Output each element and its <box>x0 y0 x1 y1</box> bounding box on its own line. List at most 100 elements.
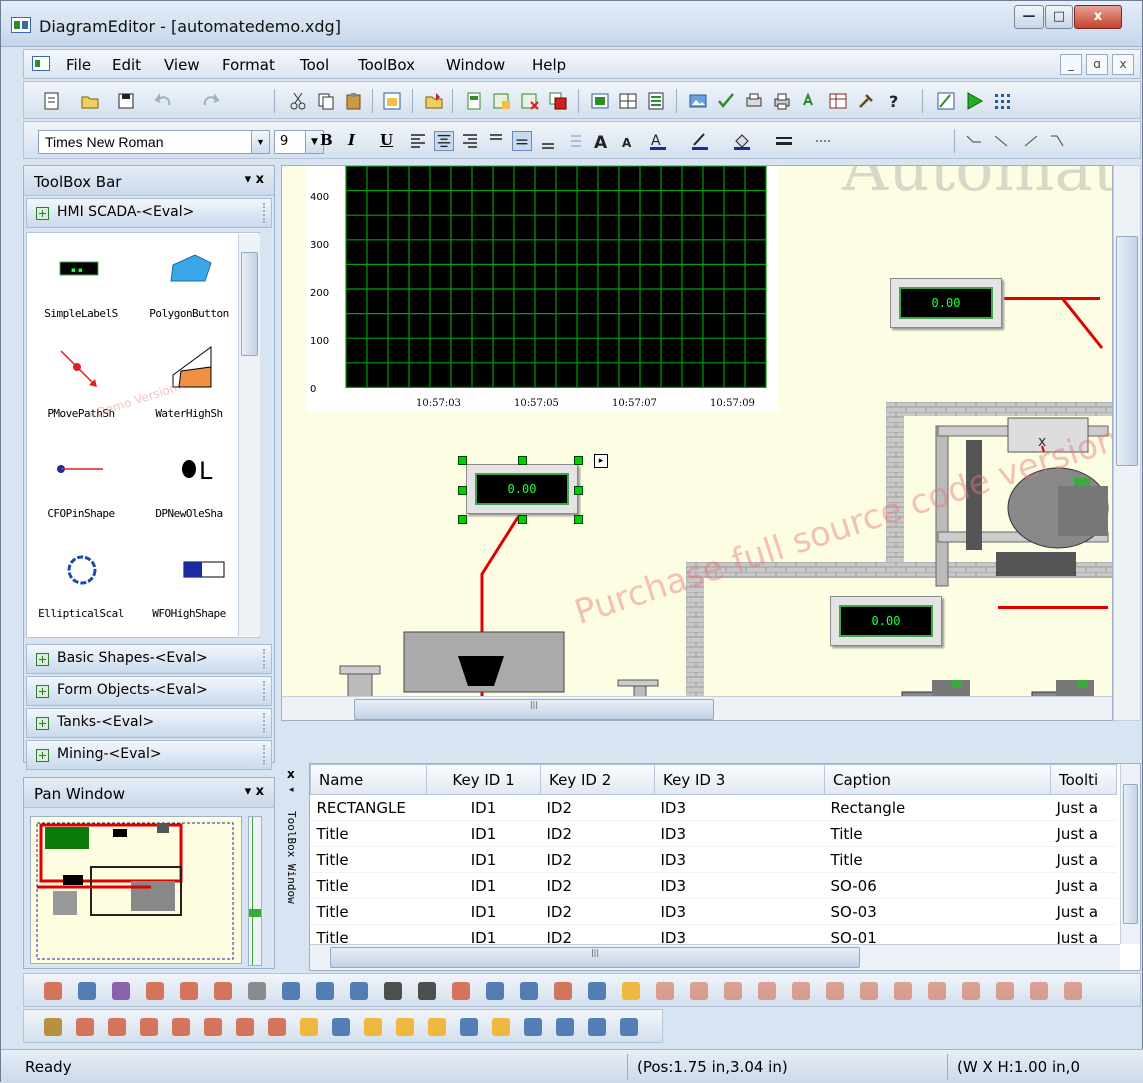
layout-tool-icon[interactable] <box>452 982 470 1000</box>
layout-tool-icon[interactable] <box>146 982 164 1000</box>
valign-middle-icon[interactable] <box>512 131 532 151</box>
table-cell[interactable]: ID3 <box>654 820 825 847</box>
design-mode-icon[interactable] <box>936 91 956 111</box>
table-cell[interactable]: ID1 <box>426 846 541 873</box>
arrange-tool-icon[interactable] <box>140 1018 158 1036</box>
redo-icon[interactable] <box>200 91 220 111</box>
cut-icon[interactable] <box>288 91 308 111</box>
layout-tool-icon[interactable] <box>486 982 504 1000</box>
connector-icon[interactable] <box>992 131 1012 151</box>
column-header[interactable]: Toolti <box>1050 764 1117 795</box>
table-cell[interactable]: ID1 <box>426 898 541 925</box>
arrange-tool-icon[interactable] <box>460 1018 478 1036</box>
print-icon[interactable] <box>772 91 792 111</box>
column-header[interactable]: Caption <box>824 764 1051 795</box>
canvas-vscrollbar[interactable] <box>1113 165 1141 721</box>
grid-dots-icon[interactable] <box>992 91 1012 111</box>
bold-button[interactable]: B <box>320 131 333 149</box>
table-row[interactable]: Title ID1 ID2 ID3 SO-06 Just a <box>310 872 1117 899</box>
table-cell[interactable]: Title <box>310 898 427 925</box>
font-color-icon[interactable]: A <box>648 131 668 151</box>
arrange-tool-icon[interactable] <box>332 1018 350 1036</box>
layout-tool-icon[interactable] <box>384 982 402 1000</box>
table-cell[interactable]: ID2 <box>540 794 655 821</box>
bullet-list-icon[interactable] <box>564 131 584 151</box>
layout-tool-icon[interactable] <box>520 982 538 1000</box>
table-row[interactable]: Title ID1 ID2 ID3 Title Just a <box>310 820 1117 847</box>
font-family-select[interactable]: Times New Roman ▼ <box>38 130 270 154</box>
layout-tool-icon[interactable] <box>724 982 742 1000</box>
undo-icon[interactable] <box>154 91 174 111</box>
layout-tool-icon[interactable] <box>44 982 62 1000</box>
menu-file[interactable]: File <box>66 56 91 74</box>
table-icon[interactable] <box>828 91 848 111</box>
menu-edit[interactable]: Edit <box>112 56 141 74</box>
arrange-tool-icon[interactable] <box>492 1018 510 1036</box>
chevron-down-icon[interactable]: ▼ <box>251 131 269 153</box>
pin-icon[interactable]: ◂ <box>289 785 294 795</box>
connector-icon[interactable] <box>1048 131 1068 151</box>
layout-tool-icon[interactable] <box>622 982 640 1000</box>
arrange-tool-icon[interactable] <box>556 1018 574 1036</box>
table-cell[interactable]: ID2 <box>540 872 655 899</box>
table-cell[interactable]: Title <box>310 820 427 847</box>
table-cell[interactable]: ID1 <box>426 794 541 821</box>
tools-icon[interactable] <box>856 91 876 111</box>
table-cell[interactable]: SO-03 <box>824 898 1051 925</box>
table-cell[interactable]: ID2 <box>540 820 655 847</box>
table-cell[interactable]: ID3 <box>654 846 825 873</box>
paste-icon[interactable] <box>344 91 364 111</box>
data-grid[interactable]: Name Key ID 1 Key ID 2 Key ID 3 Caption … <box>309 763 1141 971</box>
display-gauge-selected[interactable]: 0.00 <box>466 464 578 514</box>
italic-button[interactable]: I <box>348 131 355 149</box>
grid-hscrollbar[interactable]: ||| <box>310 944 1120 970</box>
table-row[interactable]: RECTANGLE ID1 ID2 ID3 Rectangle Just a <box>310 794 1117 821</box>
table-cell[interactable]: Rectangle <box>824 794 1051 821</box>
layout-tool-icon[interactable] <box>860 982 878 1000</box>
tool-item[interactable]: L DPNewOleSha <box>135 441 243 541</box>
maximize-button[interactable]: □ <box>1045 5 1073 29</box>
table-cell[interactable]: Just a <box>1050 872 1117 899</box>
toolbox-close-button[interactable]: ▾ x <box>245 172 264 187</box>
table-cell[interactable]: Just a <box>1050 794 1117 821</box>
table-cell[interactable]: Title <box>824 820 1051 847</box>
resize-handle[interactable] <box>458 515 467 524</box>
layout-tool-icon[interactable] <box>248 982 266 1000</box>
table-cell[interactable]: Title <box>310 872 427 899</box>
view-grid-icon[interactable] <box>618 91 638 111</box>
column-header[interactable]: Key ID 2 <box>540 764 655 795</box>
toolbox-group-mining[interactable]: Mining-<Eval> <box>26 740 272 770</box>
scroll-thumb[interactable] <box>1116 236 1138 466</box>
grid-vscrollbar[interactable] <box>1120 764 1140 944</box>
run-icon[interactable] <box>964 91 984 111</box>
table-cell[interactable]: ID3 <box>654 872 825 899</box>
arrange-tool-icon[interactable] <box>620 1018 638 1036</box>
table-cell[interactable]: Just a <box>1050 898 1117 925</box>
layout-tool-icon[interactable] <box>928 982 946 1000</box>
table-cell[interactable]: Just a <box>1050 820 1117 847</box>
menu-tool[interactable]: Tool <box>300 56 329 74</box>
scroll-thumb[interactable] <box>241 252 258 356</box>
layout-tool-icon[interactable] <box>826 982 844 1000</box>
document-icon[interactable] <box>32 56 50 71</box>
view-list-icon[interactable] <box>646 91 666 111</box>
pan-close-button[interactable]: ▾ x <box>245 784 264 799</box>
tool-item[interactable]: ▪ ▪ SimpleLabelS <box>27 241 135 341</box>
resize-handle[interactable] <box>518 456 527 465</box>
copy-record-icon[interactable] <box>548 91 568 111</box>
table-cell[interactable]: ID2 <box>540 898 655 925</box>
tool-item[interactable]: CFOPinShape <box>27 441 135 541</box>
layout-tool-icon[interactable] <box>282 982 300 1000</box>
table-cell[interactable]: Just a <box>1050 846 1117 873</box>
toolbox-group-basic-shapes[interactable]: Basic Shapes-<Eval> <box>26 644 272 674</box>
import-icon[interactable] <box>424 91 444 111</box>
add-record-icon[interactable] <box>492 91 512 111</box>
layout-tool-icon[interactable] <box>588 982 606 1000</box>
copy-icon[interactable] <box>316 91 336 111</box>
resize-handle[interactable] <box>518 515 527 524</box>
layout-tool-icon[interactable] <box>316 982 334 1000</box>
arrange-tool-icon[interactable] <box>588 1018 606 1036</box>
zoom-slider[interactable] <box>248 816 262 966</box>
layout-tool-icon[interactable] <box>656 982 674 1000</box>
layout-tool-icon[interactable] <box>1030 982 1048 1000</box>
